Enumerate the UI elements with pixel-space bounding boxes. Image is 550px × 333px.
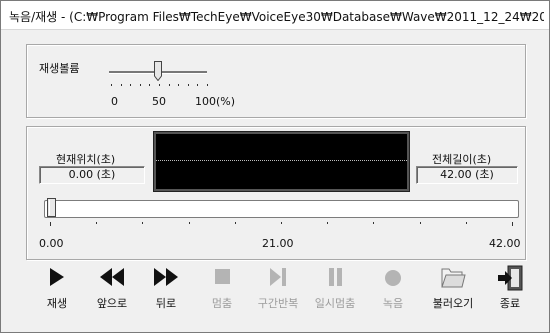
rewind-icon xyxy=(100,268,124,286)
pause-button[interactable]: 일시멈춤 xyxy=(311,264,359,320)
position-slider-track[interactable] xyxy=(44,200,519,218)
volume-tick xyxy=(197,84,199,86)
recording-playback-window: 녹음/재생 - (C:₩Program Files₩TechEye₩VoiceE… xyxy=(0,0,550,333)
volume-tick xyxy=(178,84,180,86)
load-file-button-label: 불러오기 xyxy=(432,297,474,310)
load-file-button[interactable]: 불러오기 xyxy=(429,264,477,320)
volume-tick xyxy=(149,84,151,86)
record-icon xyxy=(385,270,401,286)
step-repeat-icon xyxy=(270,268,286,286)
current-position-value: 0.00 (초) xyxy=(39,166,145,184)
exit-button-label: 종료 xyxy=(499,297,521,310)
play-button-label: 재생 xyxy=(46,297,68,310)
stop-icon xyxy=(215,269,230,284)
position-slider-thumb[interactable] xyxy=(47,198,56,217)
window-title: 녹음/재생 - (C:₩Program Files₩TechEye₩VoiceE… xyxy=(9,10,544,24)
record-button-label: 녹음 xyxy=(382,297,404,310)
fast-forward-button[interactable]: 뒤로 xyxy=(142,264,190,320)
play-button[interactable]: 재생 xyxy=(33,264,81,320)
title-bar[interactable]: 녹음/재생 - (C:₩Program Files₩TechEye₩VoiceE… xyxy=(1,1,549,30)
volume-slider-thumb[interactable] xyxy=(154,61,162,81)
pause-button-label: 일시멈춤 xyxy=(314,297,356,310)
total-length-label: 전체길이(초) xyxy=(432,153,492,166)
position-tick xyxy=(142,222,144,224)
fast-forward-icon xyxy=(154,268,178,286)
pause-icon xyxy=(329,268,342,286)
volume-tick xyxy=(207,84,208,86)
volume-tick xyxy=(187,84,189,86)
stop-button-label: 멈춤 xyxy=(211,297,233,310)
position-tick xyxy=(96,222,98,224)
record-button[interactable]: 녹음 xyxy=(369,264,417,320)
rewind-button[interactable]: 앞으로 xyxy=(88,264,136,320)
volume-tick xyxy=(139,84,141,86)
position-tick xyxy=(512,222,513,226)
waveform-display xyxy=(153,131,410,192)
volume-label: 재생볼륨 xyxy=(39,62,80,75)
volume-tick xyxy=(159,84,160,86)
position-tick xyxy=(465,222,467,224)
volume-scale-max: 100(%) xyxy=(195,95,236,108)
volume-group xyxy=(26,44,526,118)
exit-door-icon xyxy=(498,265,523,291)
fast-forward-button-label: 뒤로 xyxy=(155,297,177,310)
volume-tick xyxy=(111,84,112,86)
position-tick xyxy=(50,222,51,226)
volume-tick xyxy=(168,84,170,86)
position-tick xyxy=(281,222,282,224)
position-tick xyxy=(373,222,375,224)
position-tick xyxy=(188,222,190,224)
volume-scale-mid: 50 xyxy=(152,95,166,108)
rewind-button-label: 앞으로 xyxy=(96,297,128,310)
volume-tick xyxy=(120,84,122,86)
volume-scale-min: 0 xyxy=(111,95,118,108)
volume-tick xyxy=(130,84,132,86)
total-length-value: 42.00 (초) xyxy=(416,166,518,184)
position-scale-end: 42.00 xyxy=(489,237,521,250)
position-scale-mid: 21.00 xyxy=(262,237,294,250)
stop-button[interactable]: 멈춤 xyxy=(198,264,246,320)
exit-button[interactable]: 종료 xyxy=(486,264,534,320)
folder-open-icon xyxy=(441,268,466,288)
current-position-label: 현재위치(초) xyxy=(56,153,116,166)
section-repeat-button[interactable]: 구간반복 xyxy=(254,264,302,320)
position-tick xyxy=(327,222,329,224)
position-tick xyxy=(419,222,421,224)
position-tick xyxy=(234,222,236,224)
section-repeat-button-label: 구간반복 xyxy=(257,297,299,310)
position-scale-start: 0.00 xyxy=(39,237,64,250)
play-icon xyxy=(50,268,64,286)
